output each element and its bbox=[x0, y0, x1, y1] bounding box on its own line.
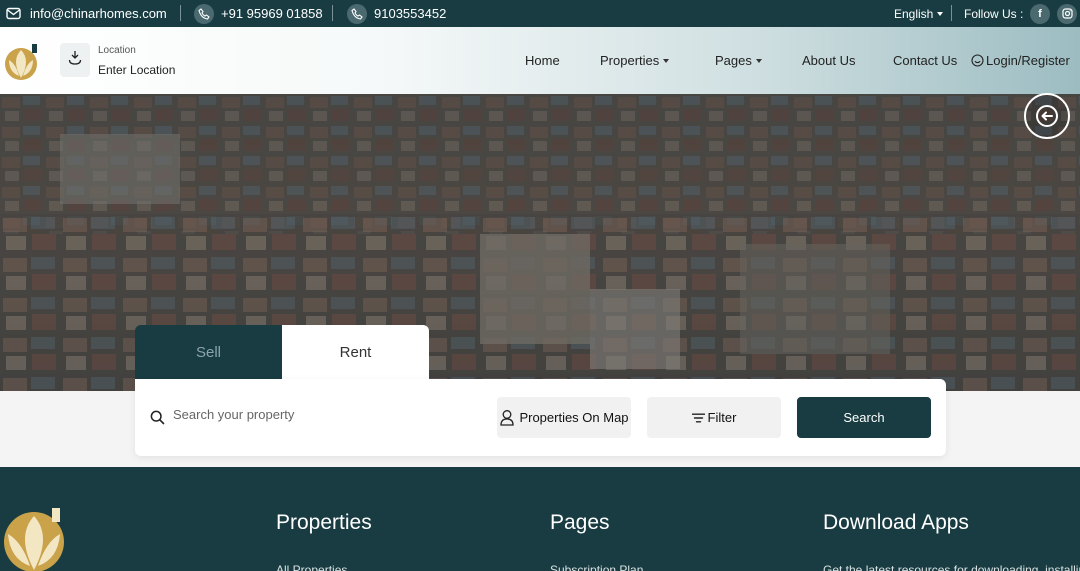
nav-properties[interactable]: Properties bbox=[600, 53, 670, 68]
search-button[interactable]: Search bbox=[797, 397, 931, 438]
logo-emblem bbox=[5, 44, 37, 80]
mail-icon bbox=[6, 7, 21, 20]
location-label: Location bbox=[98, 45, 136, 56]
arrow-left-icon bbox=[1035, 104, 1059, 128]
divider bbox=[951, 5, 952, 21]
phone-icon bbox=[194, 3, 214, 24]
divider bbox=[180, 5, 181, 21]
nav-properties-label: Properties bbox=[600, 53, 660, 68]
phone-link-secondary[interactable]: 9103553452 bbox=[347, 0, 446, 27]
map-pin-user-icon bbox=[499, 409, 515, 426]
logo-emblem bbox=[4, 508, 64, 571]
nav-home[interactable]: Home bbox=[525, 53, 560, 68]
footer: Properties All Properties Pages Subscrip… bbox=[0, 467, 1080, 571]
phone-link-primary[interactable]: +91 95969 01858 bbox=[194, 0, 323, 27]
location-input[interactable]: Enter Location bbox=[98, 63, 175, 77]
site-logo[interactable] bbox=[4, 42, 42, 87]
nav-login-label: Login/Register bbox=[986, 53, 1070, 68]
properties-on-map-button[interactable]: Properties On Map bbox=[497, 397, 631, 438]
footer-apps-heading: Download Apps bbox=[823, 511, 969, 534]
chevron-down-icon bbox=[663, 58, 670, 63]
top-bar: info@chinarhomes.com +91 95969 01858 910… bbox=[0, 0, 1080, 27]
language-label: English bbox=[894, 6, 934, 21]
chevron-down-icon bbox=[937, 11, 944, 16]
footer-properties-heading: Properties bbox=[276, 511, 372, 534]
filter-label: Filter bbox=[707, 410, 737, 425]
nav-pages[interactable]: Pages bbox=[715, 53, 762, 68]
back-button[interactable] bbox=[1024, 93, 1070, 139]
divider bbox=[332, 5, 333, 21]
footer-link-subscription-plan[interactable]: Subscription Plan bbox=[550, 563, 643, 571]
filter-icon bbox=[691, 413, 705, 423]
filter-button[interactable]: Filter bbox=[647, 397, 781, 438]
phone-text-primary: +91 95969 01858 bbox=[221, 6, 323, 21]
footer-logo[interactable] bbox=[2, 504, 66, 571]
footer-apps-text: Get the latest resources for downloading… bbox=[823, 563, 1080, 571]
location-button[interactable] bbox=[60, 43, 90, 77]
main-navbar: Location Enter Location Home Properties … bbox=[0, 27, 1080, 94]
location-pin-icon bbox=[68, 50, 82, 71]
tab-rent[interactable]: Rent bbox=[282, 325, 429, 379]
search-input[interactable] bbox=[173, 407, 493, 422]
nav-pages-label: Pages bbox=[715, 53, 752, 68]
email-text: info@chinarhomes.com bbox=[30, 6, 167, 21]
footer-link-all-properties[interactable]: All Properties bbox=[276, 563, 347, 571]
nav-about[interactable]: About Us bbox=[802, 53, 855, 68]
phone-text-secondary: 9103553452 bbox=[374, 6, 447, 21]
search-icon bbox=[150, 410, 165, 425]
language-dropdown[interactable]: English bbox=[894, 0, 944, 27]
nav-login[interactable]: Login/Register bbox=[971, 53, 1070, 68]
phone-icon bbox=[347, 3, 367, 24]
properties-on-map-label: Properties On Map bbox=[519, 410, 629, 425]
instagram-icon bbox=[1057, 3, 1077, 24]
nav-contact[interactable]: Contact Us bbox=[893, 53, 957, 68]
instagram-link[interactable] bbox=[1057, 0, 1077, 27]
facebook-link[interactable]: f bbox=[1030, 0, 1050, 27]
tab-sell[interactable]: Sell bbox=[135, 325, 282, 379]
facebook-icon: f bbox=[1030, 3, 1050, 24]
chevron-down-icon bbox=[755, 58, 762, 63]
user-icon bbox=[971, 54, 984, 67]
property-search-panel: Properties On Map Filter Search bbox=[135, 379, 946, 456]
footer-pages-heading: Pages bbox=[550, 511, 610, 534]
follow-label: Follow Us : bbox=[964, 6, 1024, 21]
email-link[interactable]: info@chinarhomes.com bbox=[6, 0, 167, 27]
